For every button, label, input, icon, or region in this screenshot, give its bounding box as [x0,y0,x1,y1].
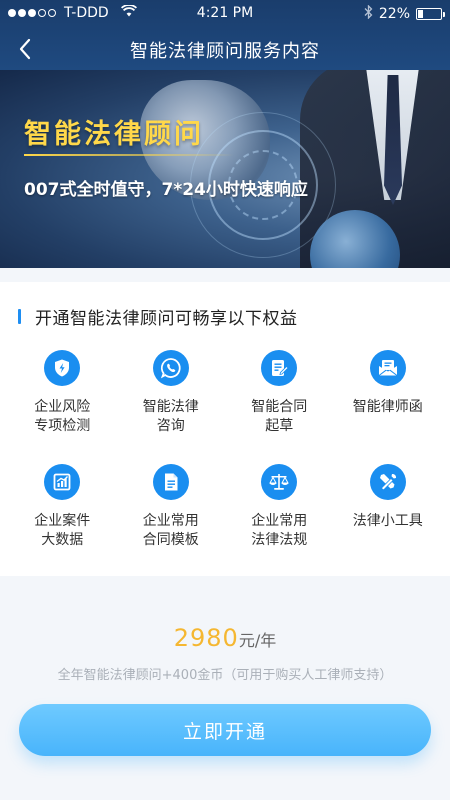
phone-chat-icon [152,350,189,386]
benefit-label: 企业常用 法律法规 [251,513,308,548]
benefits-card: 开通智能法律顾问可畅享以下权益 企业风险 专项检测 智能法律 咨询 智能合同 起… [0,282,450,576]
mail-letter-icon [369,350,406,386]
activate-button[interactable]: 立即开通 [19,704,431,756]
benefit-item-contract-templates[interactable]: 企业常用 合同模板 [117,464,226,578]
benefit-item-lawyer-letter[interactable]: 智能律师函 [334,350,443,464]
banner-title: 智能法律顾问 [24,119,204,150]
price-description: 全年智能法律顾问+400金币（可用于购买人工律师支持） [57,668,393,683]
status-bar: T-DDD 4:21 PM 22% [0,0,450,26]
bluetooth-icon [364,4,373,23]
benefit-item-contract-draft[interactable]: 智能合同 起草 [225,350,334,464]
benefit-label: 企业风险 专项检测 [34,399,91,434]
benefit-item-laws-regulations[interactable]: 企业常用 法律法规 [225,464,334,578]
bar-chart-icon [44,464,81,500]
scales-icon [261,464,298,500]
benefit-label: 企业案件 大数据 [34,513,91,548]
document-edit-icon [261,350,298,386]
battery-icon [416,8,445,20]
section-accent-bar [18,309,21,324]
benefit-item-case-big-data[interactable]: 企业案件 大数据 [8,464,117,578]
battery-percentage: 22% [378,6,410,22]
benefit-item-risk-check[interactable]: 企业风险 专项检测 [8,350,117,464]
benefit-label: 智能法律 咨询 [142,399,199,434]
section-header: 开通智能法律顾问可畅享以下权益 [18,304,298,329]
section-title: 开通智能法律顾问可畅享以下权益 [35,309,298,329]
benefit-item-legal-tools[interactable]: 法律小工具 [334,464,443,578]
battery-level [418,10,423,18]
hero-banner: 智能法律顾问 007式全时值守，7*24小时快速响应 [0,70,450,268]
tools-icon [369,464,406,500]
benefit-label: 智能律师函 [352,399,423,415]
banner-underline [24,154,234,156]
top-bar: T-DDD 4:21 PM 22% 智能法律顾问服务内容 [0,0,450,70]
page-title: 智能法律顾问服务内容 [130,41,320,62]
status-right: 22% [364,4,445,23]
price-unit: 元/年 [238,631,277,650]
benefits-grid: 企业风险 专项检测 智能法律 咨询 智能合同 起草 智能律师函 企业案件 大数据… [8,350,442,578]
document-icon [152,464,189,500]
shield-icon [44,350,81,386]
price-row: 2980元/年 [0,624,450,652]
nav-bar: 智能法律顾问服务内容 [0,26,450,70]
banner-subtitle: 007式全时值守，7*24小时快速响应 [24,180,308,200]
benefit-item-legal-consult[interactable]: 智能法律 咨询 [117,350,226,464]
benefit-label: 智能合同 起草 [251,399,308,434]
price-amount: 2980 [173,624,239,652]
benefit-label: 法律小工具 [352,513,423,529]
benefit-label: 企业常用 合同模板 [142,513,199,548]
